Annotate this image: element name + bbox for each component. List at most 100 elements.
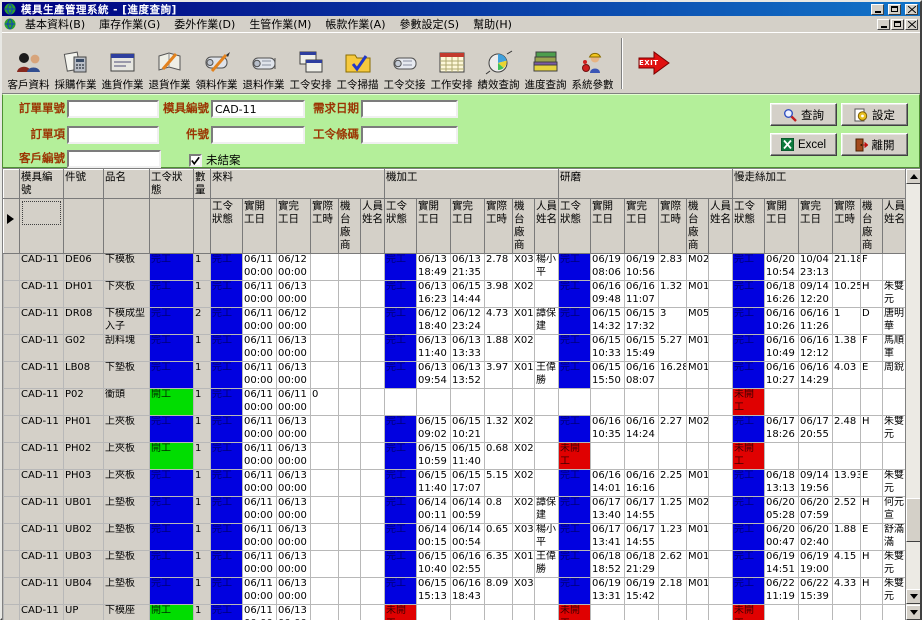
status-cell[interactable]: 完工 [559, 551, 591, 578]
part-name-cell[interactable]: 上墊板 [104, 578, 150, 605]
grid-cell[interactable]: 06/16 16:16 [625, 470, 659, 497]
machine-cell[interactable] [339, 497, 361, 524]
status-cell[interactable]: 完工 [150, 335, 194, 362]
scroll-down-button[interactable] [906, 589, 920, 604]
status-cell[interactable]: 未開工 [559, 443, 591, 470]
hours-cell[interactable]: 21.18 [833, 254, 861, 281]
person-cell[interactable] [361, 605, 385, 620]
qty-cell[interactable]: 1 [194, 470, 211, 497]
mold-no-cell[interactable]: CAD-11 [20, 389, 64, 416]
status-cell[interactable]: 完工 [211, 281, 243, 308]
person-cell[interactable] [361, 443, 385, 470]
hours-cell[interactable]: 6.35 [485, 551, 513, 578]
machine-cell[interactable]: X02 [513, 443, 535, 470]
grid-cell[interactable]: 06/13 00:00 [277, 416, 311, 443]
machine-cell[interactable]: H [861, 578, 883, 605]
machine-cell[interactable]: H [861, 551, 883, 578]
person-cell[interactable]: 周銳 [883, 362, 907, 389]
machine-cell[interactable] [339, 470, 361, 497]
query-button[interactable]: 查詢 [770, 103, 837, 126]
hours-cell[interactable] [659, 443, 687, 470]
hours-cell[interactable]: 2.27 [659, 416, 687, 443]
grid-cell[interactable]: 06/13 18:49 [417, 254, 451, 281]
hours-cell[interactable] [311, 551, 339, 578]
part-no-cell[interactable]: UB03 [64, 551, 104, 578]
person-cell[interactable] [361, 389, 385, 416]
person-cell[interactable] [535, 389, 559, 416]
status-cell[interactable]: 未開工 [733, 443, 765, 470]
part-no-cell[interactable]: G02 [64, 335, 104, 362]
qty-cell[interactable]: 1 [194, 254, 211, 281]
hours-cell[interactable]: 8.09 [485, 578, 513, 605]
status-cell[interactable]: 完工 [211, 470, 243, 497]
status-cell[interactable]: 完工 [385, 578, 417, 605]
machine-cell[interactable]: X01 [513, 551, 535, 578]
hours-cell[interactable] [659, 389, 687, 416]
part-no-cell[interactable]: PH03 [64, 470, 104, 497]
grid-cell[interactable] [417, 605, 451, 620]
grid-cell[interactable]: 06/20 02:40 [799, 524, 833, 551]
part-name-cell[interactable]: 下模成型入子 [104, 308, 150, 335]
person-cell[interactable] [709, 524, 733, 551]
grid-cell[interactable] [451, 605, 485, 620]
row-marker[interactable] [4, 308, 20, 335]
grid-cell[interactable]: 06/16 14:01 [591, 470, 625, 497]
table-row[interactable]: CAD-11PH02上夾板開工1完工06/11 00:0006/13 00:00… [4, 443, 907, 470]
hours-cell[interactable]: 2.78 [485, 254, 513, 281]
mold-no-cell[interactable]: CAD-11 [20, 524, 64, 551]
machine-cell[interactable]: X02 [513, 335, 535, 362]
status-cell[interactable]: 完工 [385, 497, 417, 524]
grid-cell[interactable]: 06/15 10:59 [417, 443, 451, 470]
grid-cell[interactable]: 06/15 17:32 [625, 308, 659, 335]
machine-cell[interactable]: H [861, 416, 883, 443]
grid-cell[interactable]: 06/11 00:00 [243, 335, 277, 362]
status-cell[interactable]: 完工 [733, 308, 765, 335]
hours-cell[interactable]: 5.15 [485, 470, 513, 497]
person-cell[interactable]: 唐明華 [883, 308, 907, 335]
part-name-cell[interactable]: 刮料塊 [104, 335, 150, 362]
grid-cell[interactable]: 06/11 00:00 [243, 308, 277, 335]
grid-cell[interactable]: 06/18 13:13 [765, 470, 799, 497]
status-cell[interactable]: 完工 [211, 416, 243, 443]
person-cell[interactable] [883, 443, 907, 470]
machine-cell[interactable] [339, 416, 361, 443]
status-cell[interactable]: 完工 [211, 308, 243, 335]
settings-button[interactable]: 設定 [841, 103, 908, 126]
part-name-cell[interactable]: 上墊板 [104, 524, 150, 551]
toolbar-button-work-order-scan[interactable]: 工令掃描 [334, 35, 381, 92]
machine-cell[interactable] [339, 605, 361, 620]
grid-cell[interactable] [591, 443, 625, 470]
person-cell[interactable] [361, 308, 385, 335]
minimize-button[interactable] [871, 4, 884, 15]
qty-cell[interactable]: 2 [194, 308, 211, 335]
grid-cell[interactable]: 06/16 10:35 [591, 416, 625, 443]
grid-cell[interactable] [765, 389, 799, 416]
machine-cell[interactable]: M02 [687, 254, 709, 281]
customer-no-input[interactable] [67, 150, 161, 168]
machine-cell[interactable]: X03 [513, 578, 535, 605]
machine-cell[interactable] [687, 605, 709, 620]
machine-cell[interactable]: M05 [687, 308, 709, 335]
part-name-cell[interactable]: 下模座 [104, 605, 150, 620]
toolbar-button-customer-data[interactable]: 客戶資料 [5, 35, 52, 92]
table-row[interactable]: CAD-11UB02上墊板完工1完工06/11 00:0006/13 00:00… [4, 524, 907, 551]
machine-cell[interactable] [339, 443, 361, 470]
part-name-cell[interactable]: 上夾板 [104, 416, 150, 443]
hours-cell[interactable]: 0.65 [485, 524, 513, 551]
machine-cell[interactable]: D [861, 308, 883, 335]
hours-cell[interactable]: 1.38 [833, 335, 861, 362]
mold-no-input[interactable] [211, 100, 305, 118]
hours-cell[interactable]: 2.48 [833, 416, 861, 443]
grid-cell[interactable]: 06/11 00:00 [243, 524, 277, 551]
hours-cell[interactable] [311, 443, 339, 470]
person-cell[interactable] [709, 416, 733, 443]
grid-cell[interactable]: 06/13 00:00 [277, 281, 311, 308]
toolbar-button-work-schedule[interactable]: 工作安排 [428, 35, 475, 92]
part-no-cell[interactable]: PH02 [64, 443, 104, 470]
status-cell[interactable]: 完工 [559, 281, 591, 308]
status-cell[interactable]: 完工 [150, 497, 194, 524]
grid-cell[interactable]: 06/11 00:00 [243, 389, 277, 416]
machine-cell[interactable]: X02 [513, 497, 535, 524]
table-row[interactable]: CAD-11UP下模座開工1完工06/11 00:0006/13 00:00未開… [4, 605, 907, 620]
machine-cell[interactable] [339, 524, 361, 551]
